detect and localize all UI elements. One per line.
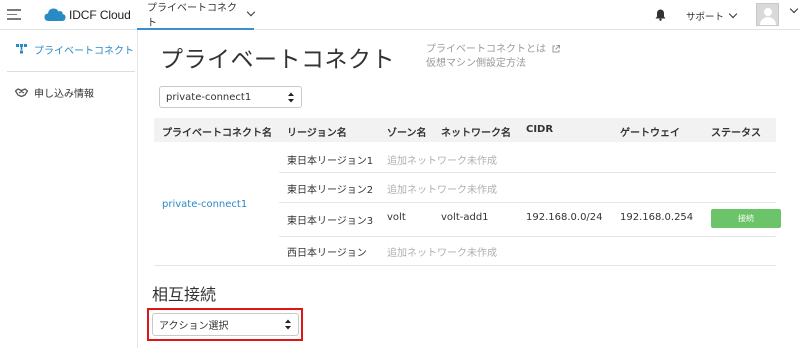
column-header: リージョン名	[287, 128, 347, 139]
sidebar: プライベートコネクト 申し込み情報	[0, 30, 138, 348]
sidebar-item-private-connect[interactable]: プライベートコネクト	[0, 32, 138, 66]
column-header: CIDR	[526, 124, 554, 135]
select-arrows-icon	[288, 92, 294, 103]
column-header: ゾーン名	[387, 128, 427, 139]
cloud-logo-icon	[44, 8, 66, 21]
sidebar-divider	[7, 71, 135, 72]
chevron-down-icon	[728, 9, 738, 19]
action-select[interactable]: アクション選択	[152, 313, 299, 336]
status-badge[interactable]: 接続	[711, 209, 781, 228]
region-cell: 西日本リージョン	[287, 248, 367, 259]
sidebar-item-label: 申し込み情報	[34, 88, 94, 100]
chevron-down-icon	[246, 7, 256, 17]
app-name: IDCF Cloud	[69, 7, 131, 22]
note-cell: 追加ネットワーク未作成	[387, 248, 497, 259]
column-header: プライベートコネクト名	[162, 128, 272, 139]
row-divider	[279, 202, 776, 203]
zone-cell: volt	[387, 212, 406, 223]
page-title: プライベートコネクト	[160, 47, 395, 73]
support-label: サポート	[686, 12, 725, 23]
row-divider	[279, 236, 776, 237]
help-link-about[interactable]: プライベートコネクトとは	[426, 43, 561, 57]
handshake-icon	[14, 87, 28, 97]
help-link-vm-setup[interactable]: 仮想マシン側設定方法	[426, 57, 560, 71]
select-arrows-icon	[285, 319, 291, 330]
help-links: プライベートコネクトとは 仮想マシン側設定方法	[426, 43, 561, 71]
top-bar: IDCF Cloud プライベートコネクト サポート	[0, 0, 800, 30]
section-title-interconnect: 相互接続	[152, 285, 217, 304]
region-cell: 東日本リージョン2	[287, 185, 374, 196]
row-divider	[154, 265, 776, 266]
chevron-down-icon[interactable]	[789, 4, 799, 14]
sidebar-item-label: プライベートコネクト	[34, 45, 134, 57]
support-menu[interactable]: サポート	[686, 9, 738, 23]
app-logo[interactable]: IDCF Cloud	[44, 7, 131, 22]
connection-name-link[interactable]: private-connect1	[162, 199, 247, 210]
row-divider	[279, 172, 776, 173]
menu-icon[interactable]	[7, 9, 21, 21]
column-header: ゲートウェイ	[620, 128, 680, 139]
note-cell: 追加ネットワーク未作成	[387, 156, 497, 167]
bell-icon[interactable]	[655, 9, 666, 21]
nav-tab-private-connect[interactable]: プライベートコネクト	[137, 0, 256, 30]
gateway-cell: 192.168.0.254	[620, 212, 694, 223]
network-icon	[14, 44, 28, 54]
network-cell: volt-add1	[441, 212, 489, 223]
cidr-cell: 192.168.0.0/24	[526, 212, 603, 223]
column-header: ステータス	[711, 128, 761, 139]
region-cell: 東日本リージョン1	[287, 156, 374, 167]
connection-select-value: private-connect1	[166, 91, 252, 103]
sidebar-item-application-info[interactable]: 申し込み情報	[0, 75, 138, 109]
table-header: プライベートコネクト名 リージョン名 ゾーン名 ネットワーク名 CIDR ゲート…	[154, 118, 776, 142]
connection-select[interactable]: private-connect1	[159, 86, 302, 108]
nav-tab-label: プライベートコネクト	[147, 3, 237, 29]
region-cell: 東日本リージョン3	[287, 216, 374, 227]
column-header: ネットワーク名	[441, 128, 511, 139]
action-select-value: アクション選択	[159, 321, 229, 332]
note-cell: 追加ネットワーク未作成	[387, 185, 497, 196]
external-link-icon	[552, 45, 561, 53]
avatar[interactable]	[756, 3, 779, 26]
